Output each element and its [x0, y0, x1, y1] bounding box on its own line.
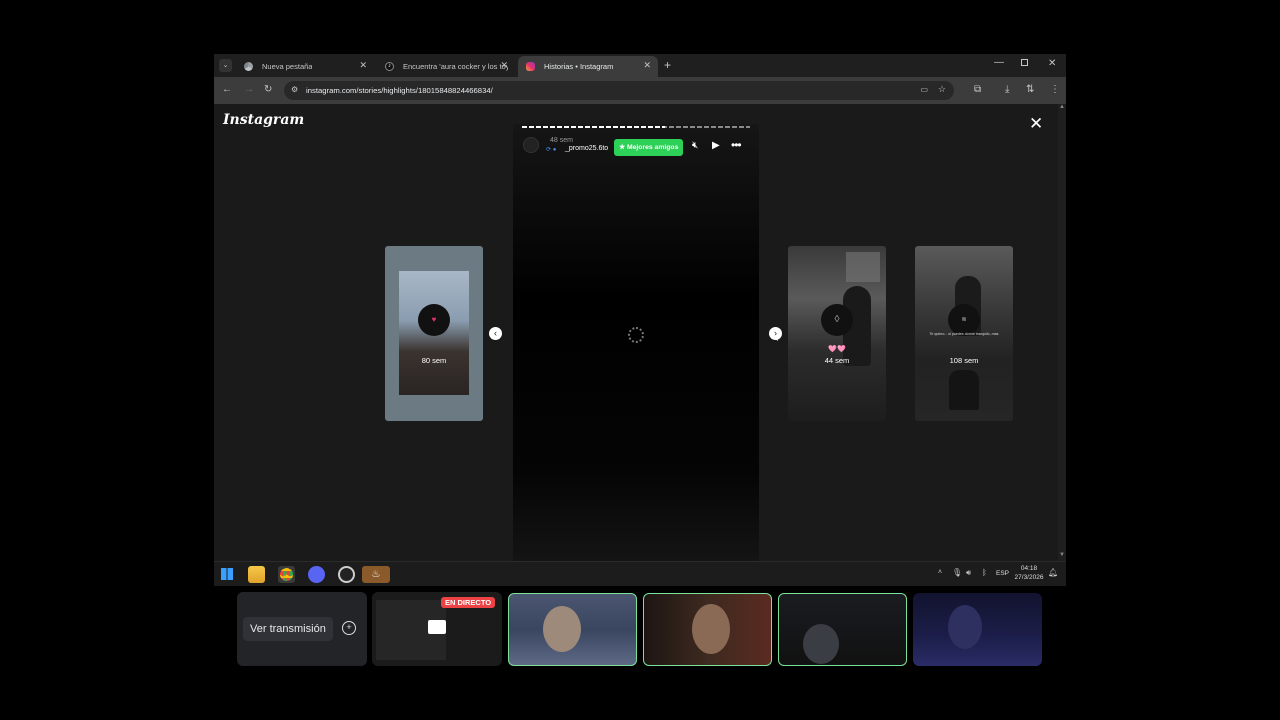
- preview-window-shape: [846, 252, 880, 282]
- tab-historias-instagram[interactable]: Historias • Instagram ✕: [518, 56, 658, 77]
- close-icon[interactable]: ✕: [500, 60, 508, 71]
- menu-kebab-icon[interactable]: ⋮: [1050, 84, 1060, 96]
- live-badge: EN DIRECTO: [441, 597, 496, 608]
- profile-icon[interactable]: ⇅: [1026, 84, 1034, 96]
- file-explorer-icon[interactable]: [248, 566, 265, 583]
- close-window-button[interactable]: ✕: [1048, 58, 1056, 69]
- tab-label: Historias • Instagram: [544, 62, 614, 71]
- participant-tile-3[interactable]: [778, 593, 907, 666]
- page-scrollbar[interactable]: ▲ ▼: [1058, 104, 1066, 561]
- back-arrow-icon[interactable]: ←: [222, 84, 232, 96]
- instagram-logo[interactable]: Instagram: [223, 112, 304, 128]
- story-audio-icons: ⟳ ●: [546, 147, 557, 153]
- participant-avatar-shape: [803, 624, 839, 664]
- screen-share-icon: [428, 620, 446, 634]
- windows-start-icon[interactable]: [221, 568, 233, 580]
- language-indicator[interactable]: ESP: [996, 570, 1009, 577]
- address-bar[interactable]: ⚙ instagram.com/stories/highlights/18015…: [284, 81, 954, 100]
- bookmark-star-icon[interactable]: ☆: [938, 84, 946, 95]
- clock-time[interactable]: 04:18: [1014, 565, 1044, 572]
- tray-overflow-icon[interactable]: ˄: [938, 569, 942, 576]
- participant-avatar-shape: [948, 605, 982, 649]
- extensions-icon[interactable]: ⧉: [974, 84, 981, 96]
- close-icon[interactable]: ✕: [359, 60, 367, 71]
- participant-tile-1[interactable]: [508, 593, 637, 666]
- microphone-icon[interactable]: 🎙︎: [952, 568, 962, 577]
- bluetooth-icon[interactable]: ᛒ: [982, 568, 987, 577]
- new-tab-button[interactable]: +: [664, 58, 671, 72]
- story-preview-next-2[interactable]: ≋ Te quiero... si puedes dormir tranquil…: [915, 246, 1013, 421]
- tab-tiktok[interactable]: ♪ Encuentra 'aura cocker y los toy ✕: [377, 56, 515, 77]
- participant-tile-2[interactable]: [643, 593, 772, 666]
- previous-story-button[interactable]: ‹: [489, 327, 502, 340]
- browser-window: ⌄ Nueva pestaña ✕ ♪ Encuentra 'aura cock…: [214, 54, 1066, 586]
- story-progress-done: [522, 126, 665, 128]
- mute-icon[interactable]: 🔇︎: [692, 140, 698, 151]
- reload-icon[interactable]: ↻: [264, 84, 272, 96]
- tab-nueva-pestana[interactable]: Nueva pestaña ✕: [236, 56, 374, 77]
- preview-caption: Te quiero... si puedes dormir tranquilo,…: [929, 332, 999, 336]
- participant-avatar-shape: [692, 604, 730, 654]
- forward-arrow-icon[interactable]: →: [244, 84, 254, 96]
- story-preview-previous[interactable]: ♥ 80 sem: [385, 246, 483, 421]
- instagram-stories-page: Instagram ✕ ♥ 80 sem ‹ 48 sem _promo25.6…: [214, 104, 1058, 561]
- scroll-up-icon[interactable]: ▲: [1059, 104, 1065, 110]
- story-time: 48 sem: [550, 137, 573, 144]
- participant-avatar-shape: [543, 606, 581, 652]
- tab-search-button[interactable]: ⌄: [219, 59, 232, 72]
- preview-avatar: ◊: [821, 304, 853, 336]
- download-icon[interactable]: ⤓: [1005, 84, 1009, 96]
- chrome-logo: [280, 568, 293, 581]
- chrome-icon: [244, 62, 253, 71]
- preview-time: 108 sem: [949, 356, 979, 365]
- chrome-taskbar-icon[interactable]: [278, 566, 295, 583]
- scroll-down-icon[interactable]: ▼: [1059, 552, 1065, 558]
- discord-taskbar-icon[interactable]: [308, 566, 325, 583]
- tab-strip: ⌄ Nueva pestaña ✕ ♪ Encuentra 'aura cock…: [214, 54, 1066, 77]
- obs-taskbar-icon[interactable]: [338, 566, 355, 583]
- preview-emoji: 🩷🩷: [828, 346, 846, 353]
- preview-figure-bottom: [949, 370, 979, 410]
- tab-label: Encuentra 'aura cocker y los toy: [403, 62, 508, 71]
- loading-spinner-icon: [628, 327, 644, 343]
- volume-icon[interactable]: 🔊︎: [966, 568, 971, 578]
- preview-time: 80 sem: [421, 356, 447, 365]
- site-info-icon[interactable]: ⚙: [291, 85, 298, 94]
- play-icon[interactable]: ▶: [712, 140, 720, 151]
- mouse-cursor-icon: ↖: [771, 333, 780, 344]
- story-preview-next-1[interactable]: ◊ 🩷🩷 44 sem: [788, 246, 886, 421]
- clock-date[interactable]: 27/3/2026: [1014, 574, 1044, 581]
- more-options-icon[interactable]: •••: [731, 138, 742, 152]
- story-viewer[interactable]: 48 sem _promo25.6to ⟳ ● ★ Mejores amigos…: [513, 124, 759, 561]
- windows-taskbar: ♨ ˄ 🎙︎ 🔊︎ ᛒ ESP 04:18 27/3/2026 🔔︎: [214, 561, 1066, 586]
- tab-label: Nueva pestaña: [262, 62, 313, 71]
- tiktok-icon: ♪: [385, 62, 394, 71]
- close-icon[interactable]: ✕: [643, 60, 651, 71]
- add-screen-icon[interactable]: +: [342, 621, 356, 635]
- preview-avatar: ♥: [418, 304, 450, 336]
- story-author-avatar[interactable]: [523, 137, 539, 153]
- notification-bell-icon[interactable]: 🔔︎: [1048, 568, 1058, 577]
- preview-time: 44 sem: [824, 356, 850, 365]
- story-username[interactable]: _promo25.6to: [565, 145, 608, 152]
- close-stories-button[interactable]: ✕: [1029, 115, 1043, 132]
- browser-toolbar: ← → ↻ ⚙ instagram.com/stories/highlights…: [214, 77, 1066, 104]
- stream-preview-tile[interactable]: EN DIRECTO: [372, 592, 502, 666]
- restore-button[interactable]: [1021, 59, 1028, 66]
- install-app-icon[interactable]: ▭: [920, 85, 928, 94]
- watch-stream-button[interactable]: Ver transmisión: [243, 617, 333, 641]
- watch-stream-panel: Ver transmisión +: [237, 592, 367, 666]
- participant-tile-4[interactable]: [913, 593, 1042, 666]
- steam-taskbar-icon[interactable]: ♨: [362, 566, 390, 583]
- minimize-button[interactable]: —: [994, 57, 1004, 68]
- instagram-icon: [526, 62, 535, 71]
- url-text: instagram.com/stories/highlights/1801584…: [306, 86, 493, 95]
- close-friends-badge: ★ Mejores amigos: [614, 139, 684, 156]
